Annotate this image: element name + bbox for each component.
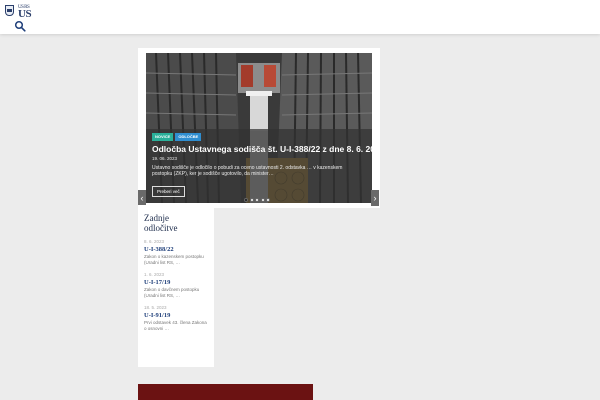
slide-date: 19. 06. 2023 (152, 156, 178, 161)
decision-summary: Prvi odstavek 43. člena Zakona o osnovni… (144, 320, 207, 331)
decision-link[interactable]: U-I-91/19 (144, 311, 208, 320)
list-item: 18. 5. 2023 U-I-91/19 Prvi odstavek 43. … (144, 305, 208, 332)
site-header: US RS US (0, 0, 600, 34)
slide[interactable]: Novice Odločbe Odločba Ustavnega sodišča… (146, 53, 372, 203)
decision-link[interactable]: U-I-388/22 (144, 245, 208, 254)
search-icon[interactable] (14, 19, 26, 32)
decision-summary: Zakon o kazenskem postopku (Uradni list … (144, 254, 204, 265)
slider-dot[interactable] (260, 198, 265, 202)
read-more-button[interactable]: Preberi več (152, 186, 185, 197)
recent-decisions-panel: Zadnje odločitve 8. 6. 2023 U-I-388/22 Z… (138, 205, 214, 367)
recent-decisions-heading: Zadnje odločitve (144, 213, 178, 233)
slide-caption: Novice Odločbe Odločba Ustavnega sodišča… (146, 129, 372, 203)
slider-prev-button[interactable]: ‹ (138, 190, 146, 206)
slider-dot[interactable] (255, 198, 259, 202)
tag-decisions[interactable]: Odločbe (175, 133, 202, 141)
list-item: 1. 6. 2023 U-I-17/19 Zakon o davčnem pos… (144, 272, 208, 299)
slide-title[interactable]: Odločba Ustavnega sodišča št. U-I-388/22… (152, 144, 372, 155)
news-slider-card: Novice Odločbe Odločba Ustavnega sodišča… (138, 48, 380, 208)
slide-tags: Novice Odločbe (152, 133, 366, 141)
slider-dots (244, 198, 270, 202)
list-item: 8. 6. 2023 U-I-388/22 Zakon o kazenskem … (144, 239, 208, 266)
coat-of-arms-icon (5, 5, 14, 16)
slide-description: Ustavno sodišče je odločilo o pobudi za … (152, 165, 343, 177)
slider-dot[interactable] (249, 198, 254, 202)
court-logo[interactable]: US RS US (5, 5, 32, 20)
decision-link[interactable]: U-I-17/19 (144, 278, 208, 287)
chevron-left-icon: ‹ (140, 193, 144, 203)
slider-dot[interactable] (244, 198, 248, 202)
footer-banner (138, 384, 313, 400)
slider-next-button[interactable]: › (371, 190, 379, 206)
slider-dot[interactable] (266, 198, 270, 202)
decision-summary: Zakon o davčnem postopku (Uradni list RS… (144, 287, 200, 298)
logo-text: US RS US (18, 5, 32, 20)
tag-news[interactable]: Novice (152, 133, 174, 141)
chevron-right-icon: › (373, 193, 377, 203)
